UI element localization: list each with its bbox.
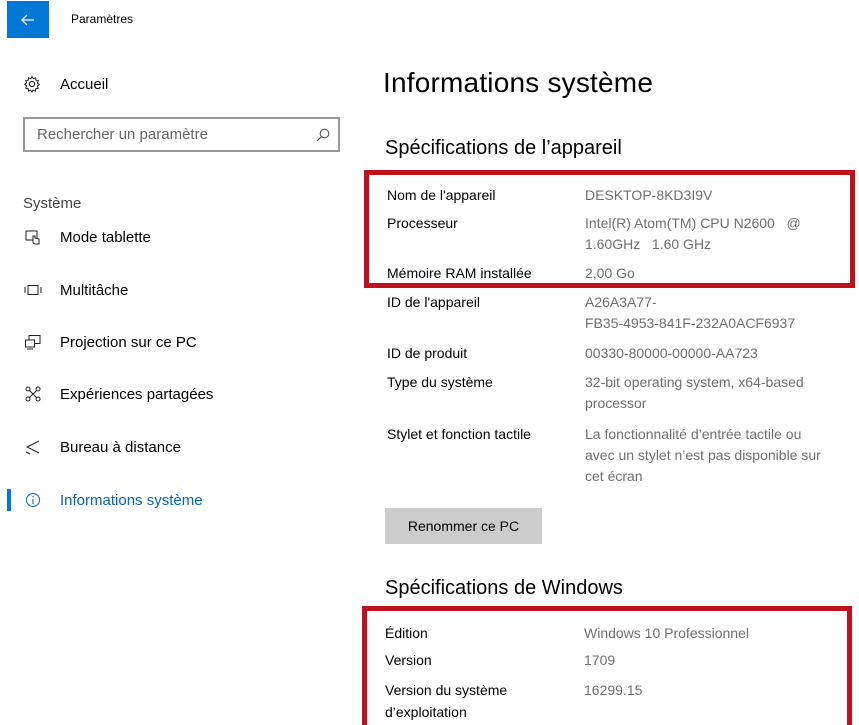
settings-window: Paramètres Accueil Système Mode ta bbox=[0, 0, 859, 725]
sidebar-home[interactable]: Accueil bbox=[22, 72, 108, 96]
spec-label-edition: Édition bbox=[385, 625, 428, 641]
back-arrow-icon bbox=[21, 14, 34, 25]
active-indicator bbox=[7, 489, 11, 511]
spec-value-version: 1709 bbox=[584, 652, 616, 668]
page-title: Informations système bbox=[383, 67, 654, 98]
tablet-mode-icon bbox=[24, 228, 42, 246]
spec-value-device-name: DESKTOP-8KD3I9V bbox=[585, 187, 713, 203]
spec-label-ram: Mémoire RAM installée bbox=[387, 265, 532, 281]
sidebar-home-label: Accueil bbox=[60, 75, 109, 93]
spec-value-device-id: A26A3A77- FB35-4953-841F-232A0ACF6937 bbox=[585, 294, 796, 331]
sidebar-item-label: Mode tablette bbox=[60, 228, 151, 246]
spec-value-pen-touch: La fonctionnalité d’entrée tactile ou av… bbox=[585, 426, 821, 484]
info-icon bbox=[24, 491, 42, 509]
sidebar-item-label: Expériences partagées bbox=[60, 385, 214, 403]
sidebar-item-shared-experiences[interactable]: Expériences partagées bbox=[0, 376, 360, 412]
spec-label-system-type: Type du système bbox=[387, 374, 493, 390]
spec-value-os-build: 16299.15 bbox=[584, 682, 643, 698]
sidebar-section-title: Système bbox=[23, 195, 82, 212]
remote-desktop-icon bbox=[24, 438, 42, 456]
search-input[interactable] bbox=[25, 119, 308, 150]
spec-label-pen-touch: Stylet et fonction tactile bbox=[387, 426, 531, 442]
sidebar-item-projection[interactable]: Projection sur ce PC bbox=[0, 324, 360, 360]
window-title: Paramètres bbox=[71, 12, 134, 26]
device-specs-title: Spécifications de l’appareil bbox=[385, 137, 622, 159]
spec-value-ram: 2,00 Go bbox=[585, 265, 635, 281]
search-icon[interactable] bbox=[308, 128, 338, 142]
sidebar-item-remote-desktop[interactable]: Bureau à distance bbox=[0, 429, 360, 465]
sidebar-item-tablet-mode[interactable]: Mode tablette bbox=[0, 219, 360, 255]
sidebar-item-label: Bureau à distance bbox=[60, 438, 181, 456]
spec-label-version: Version bbox=[385, 652, 432, 668]
spec-label-product-id: ID de produit bbox=[387, 345, 468, 361]
spec-label-device-name: Nom de l'appareil bbox=[387, 187, 496, 203]
sidebar-item-system-info[interactable]: Informations système bbox=[0, 482, 360, 518]
spec-label-os-build: Version du système d’exploitation bbox=[385, 682, 508, 720]
projection-icon bbox=[24, 333, 42, 351]
sidebar-item-label: Multitâche bbox=[60, 281, 129, 299]
gear-icon bbox=[22, 74, 42, 94]
multitask-icon bbox=[24, 281, 42, 299]
windows-specs-title: Spécifications de Windows bbox=[385, 577, 623, 599]
spec-value-system-type: 32-bit operating system, x64-based proce… bbox=[585, 374, 804, 411]
title-bar: Paramètres bbox=[0, 0, 859, 40]
shared-experiences-icon bbox=[24, 385, 42, 403]
spec-label-processor: Processeur bbox=[387, 215, 458, 231]
rename-pc-button[interactable]: Renommer ce PC bbox=[385, 508, 542, 544]
search-box[interactable] bbox=[23, 117, 340, 152]
spec-value-product-id: 00330-80000-00000-AA723 bbox=[585, 345, 758, 361]
spec-value-edition: Windows 10 Professionnel bbox=[584, 625, 749, 641]
spec-value-processor: Intel(R) Atom(TM) CPU N2600 @ 1.60GHz 1.… bbox=[585, 215, 801, 252]
sidebar-item-label: Projection sur ce PC bbox=[60, 333, 197, 351]
spec-label-device-id: ID de l'appareil bbox=[387, 294, 480, 310]
sidebar-item-multitask[interactable]: Multitâche bbox=[0, 272, 360, 308]
sidebar-item-label: Informations système bbox=[60, 491, 203, 509]
back-button[interactable] bbox=[7, 1, 49, 38]
